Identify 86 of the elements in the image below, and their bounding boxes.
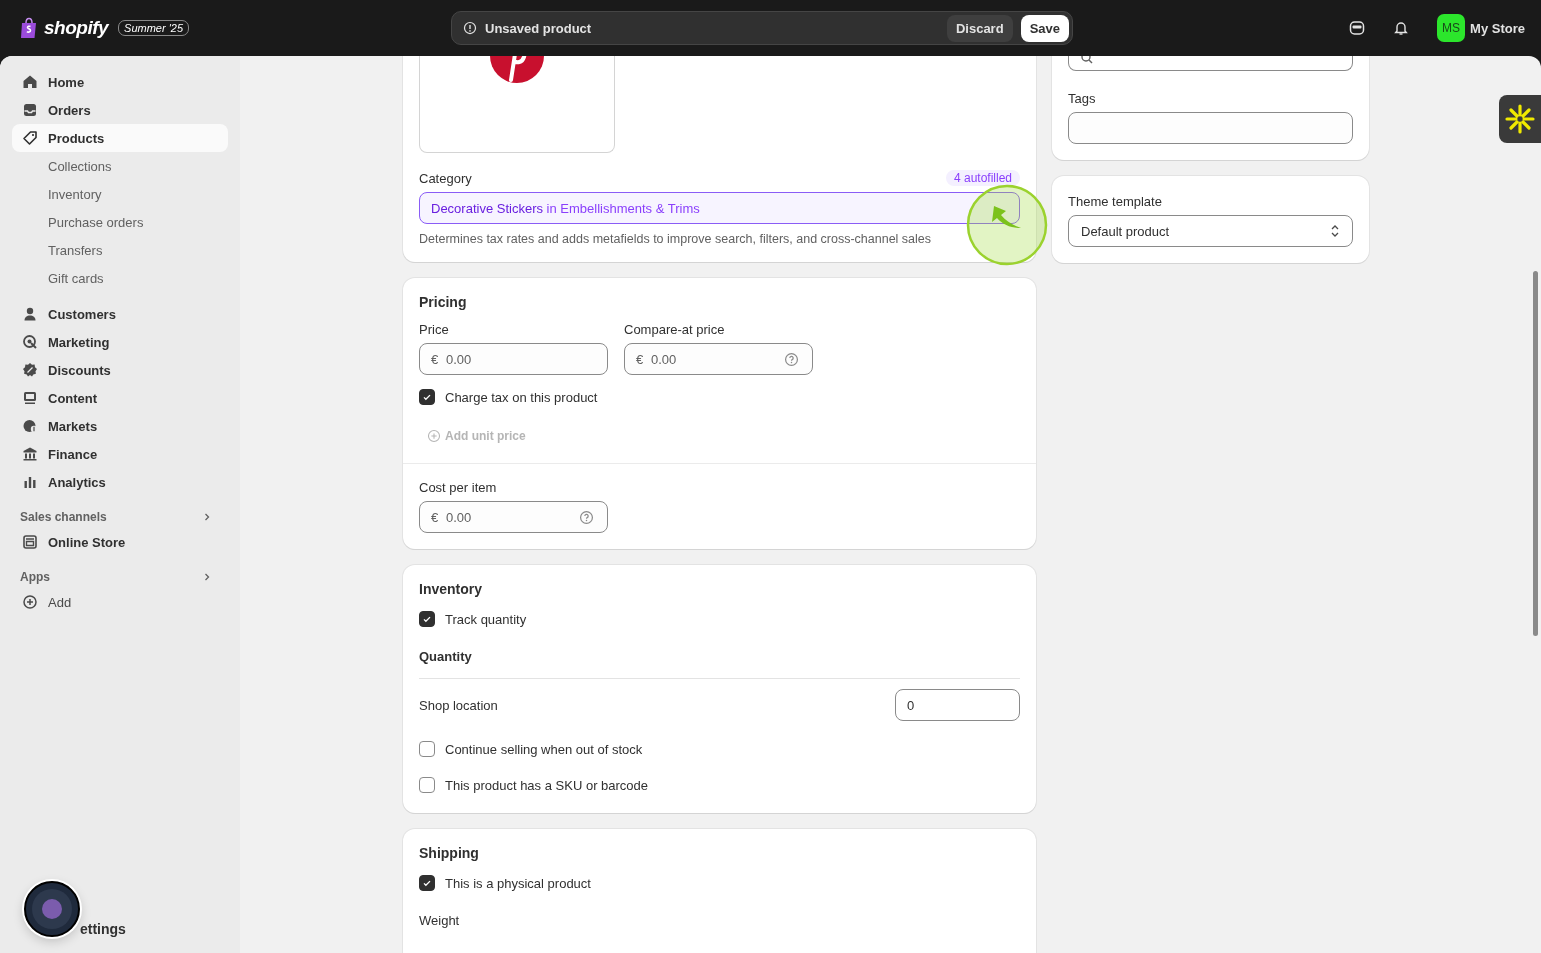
nav-subitem[interactable]: Purchase orders — [12, 208, 228, 236]
section-title: Quantity — [419, 649, 1020, 679]
checkbox-label: This product has a SKU or barcode — [445, 777, 649, 793]
discount-icon — [22, 362, 38, 378]
add-icon — [22, 594, 38, 610]
bell-icon[interactable] — [1393, 20, 1410, 36]
discard-button[interactable]: Discard — [946, 14, 1013, 42]
recording-button[interactable] — [24, 881, 80, 937]
search-field[interactable] — [1068, 56, 1353, 71]
field-label: Weight — [419, 913, 461, 928]
field-label: Theme template — [1068, 194, 1163, 209]
checkbox[interactable] — [419, 611, 435, 627]
help-icon[interactable] — [784, 351, 799, 367]
checkbox-label: Charge tax on this product — [445, 389, 598, 405]
status-text: Unsaved product — [485, 20, 592, 36]
nav-item[interactable]: ettings — [80, 921, 126, 937]
nav-item[interactable]: Content — [12, 384, 228, 412]
nav-item[interactable]: Markets — [12, 412, 228, 440]
tags-field[interactable] — [1068, 112, 1353, 144]
shopping-bag-icon — [20, 17, 38, 39]
currency-symbol: € — [431, 510, 439, 525]
save-button[interactable]: Save — [1020, 14, 1069, 42]
nav-subitem[interactable]: Collections — [12, 152, 228, 180]
store-name: My Store — [1470, 20, 1525, 36]
section-heading[interactable]: Sales channels — [20, 510, 107, 524]
nav-item[interactable]: Home — [12, 68, 228, 96]
edition-badge: Summer '25 — [118, 20, 189, 36]
nav-subitem[interactable]: Transfers — [12, 236, 228, 264]
field-label: Compare-at price — [624, 322, 726, 337]
nav-item[interactable]: Products — [12, 124, 228, 152]
field-label: Tags — [1068, 91, 1097, 106]
home-icon — [22, 74, 38, 90]
field-label: Price — [419, 322, 450, 337]
widget-button[interactable] — [1499, 95, 1541, 143]
asterisk-icon — [1505, 104, 1535, 134]
checkbox[interactable] — [419, 875, 435, 891]
section-heading[interactable]: Apps — [20, 570, 50, 584]
logo[interactable]: shopify — [44, 17, 109, 39]
card-title: Shipping — [419, 845, 480, 861]
currency-symbol: € — [636, 352, 644, 367]
nav-item[interactable]: Online Store — [12, 528, 228, 556]
chevron-right-icon[interactable] — [202, 572, 212, 582]
nav-item[interactable]: Customers — [12, 300, 228, 328]
autofilled-badge: 4 autofilled — [945, 170, 1020, 186]
card-title: Pricing — [419, 294, 468, 310]
checkbox-label: This is a physical product — [445, 875, 591, 891]
alert-icon — [463, 21, 477, 35]
currency-symbol: € — [431, 352, 439, 367]
tag-icon — [22, 130, 38, 146]
account-menu[interactable]: MS My Store — [1437, 14, 1525, 42]
chevron-up-down-icon — [1330, 224, 1340, 238]
target-icon — [22, 334, 38, 350]
store-icon — [22, 534, 38, 550]
scrollbar[interactable] — [1533, 271, 1538, 636]
bar-chart-icon — [22, 474, 38, 490]
search-icon — [1081, 56, 1093, 64]
nav-item[interactable]: Analytics — [12, 468, 228, 496]
field-label: Category — [419, 170, 472, 186]
checkbox-label: Track quantity — [445, 611, 527, 627]
checkbox[interactable] — [419, 741, 435, 757]
checkbox[interactable] — [419, 777, 435, 793]
nav-item[interactable]: Marketing — [12, 328, 228, 356]
nav-subitem[interactable]: Inventory — [12, 180, 228, 208]
nav-item[interactable]: Finance — [12, 440, 228, 468]
avatar: MS — [1437, 14, 1466, 42]
monitor-icon — [22, 390, 38, 406]
inbox-icon — [22, 102, 38, 118]
help-icon[interactable] — [579, 509, 594, 525]
nav-item[interactable]: Add — [12, 588, 228, 616]
media-tile[interactable] — [419, 56, 615, 153]
help-text: Determines tax rates and adds metafields to improve search, filters, and cross-channel sales — [419, 232, 933, 246]
field-label: Cost per item — [419, 480, 498, 495]
nav-subitem[interactable]: Gift cards — [12, 264, 228, 292]
nav-item[interactable]: Orders — [12, 96, 228, 124]
checkbox[interactable] — [419, 389, 435, 405]
card-title: Inventory — [419, 581, 483, 597]
bank-icon — [22, 446, 38, 462]
location-label: Shop location — [419, 697, 498, 713]
theme-select[interactable]: Default product — [1068, 215, 1353, 247]
quantity-field[interactable]: 0 — [895, 689, 1020, 721]
checkbox-label: Continue selling when out of stock — [445, 741, 643, 757]
nav-item[interactable]: Discounts — [12, 356, 228, 384]
person-icon — [22, 306, 38, 322]
category-field[interactable]: Decorative Stickers in Embellishments & Trims — [419, 192, 1020, 224]
chevron-right-icon[interactable] — [202, 512, 212, 522]
add-icon — [427, 429, 441, 443]
